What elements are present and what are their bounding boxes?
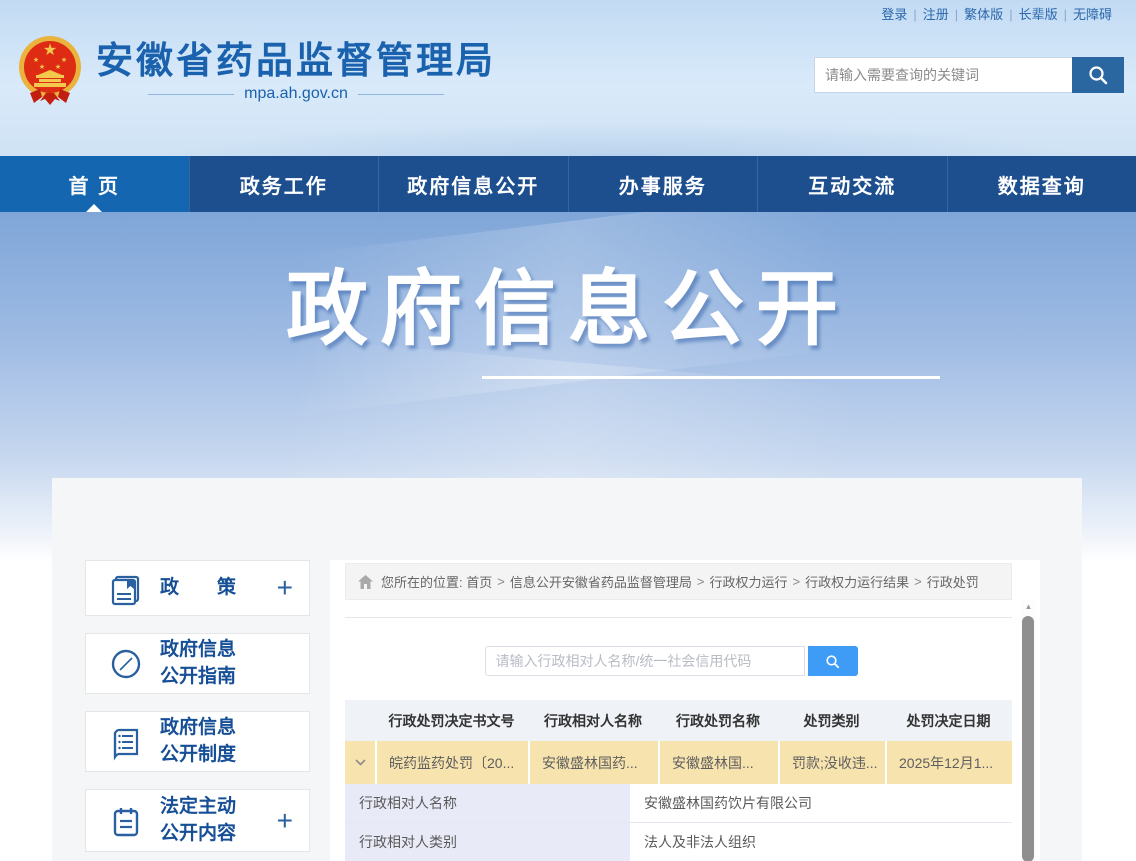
- detail-label: 行政相对人名称: [345, 784, 630, 822]
- detail-row-party-name: 行政相对人名称 安徽盛林国药饮片有限公司: [345, 784, 1012, 823]
- sidebar-item-label: 政 策: [160, 575, 236, 602]
- login-link[interactable]: 登录: [881, 7, 907, 22]
- nav-government-work[interactable]: 政务工作: [189, 156, 379, 212]
- nav-information-disclosure[interactable]: 政府信息公开: [378, 156, 568, 212]
- breadcrumb-home[interactable]: 首页: [466, 572, 492, 591]
- link-separator: |: [1064, 7, 1067, 22]
- search-icon: [825, 654, 840, 669]
- compass-icon: [106, 644, 146, 684]
- svg-text:★: ★: [39, 63, 45, 71]
- cell-decision-date: 2025年12月1...: [885, 741, 1012, 784]
- main-panel: 您所在的位置: 首页 > 信息公开安徽省药品监督管理局 > 行政权力运行 > 行…: [330, 560, 1040, 861]
- site-brand[interactable]: ★ ★ ★ ★ ★ 安徽省药品监督管理局 mpa.ah.gov.cn: [18, 33, 496, 111]
- sidebar-item-policy[interactable]: 政 策 +: [85, 560, 310, 616]
- table-search: [330, 646, 1012, 676]
- header-party-name: 行政相对人名称: [528, 700, 658, 741]
- header-penalty-type: 处罚类别: [778, 700, 885, 741]
- national-emblem-icon: ★ ★ ★ ★ ★: [18, 33, 82, 111]
- brand-text: 安徽省药品监督管理局 mpa.ah.gov.cn: [96, 41, 496, 104]
- nav-home[interactable]: 首 页: [0, 156, 189, 212]
- table-row[interactable]: 皖药监药处罚〔20... 安徽盛林国药... 安徽盛林国... 罚款;没收违..…: [345, 741, 1012, 784]
- breadcrumb-penalty[interactable]: 行政处罚: [927, 572, 979, 591]
- sidebar-item-label: 政府信息 公开指南: [160, 637, 236, 690]
- scrollbar-thumb[interactable]: [1022, 616, 1034, 861]
- detail-label: 行政相对人类别: [345, 823, 630, 861]
- sidebar-item-disclosure-guide[interactable]: 政府信息 公开指南: [85, 633, 310, 694]
- detail-row-party-type: 行政相对人类别 法人及非法人组织: [345, 823, 1012, 861]
- domain-rule-right: [358, 94, 444, 95]
- nav-interaction[interactable]: 互动交流: [757, 156, 947, 212]
- breadcrumb: 您所在的位置: 首页 > 信息公开安徽省药品监督管理局 > 行政权力运行 > 行…: [345, 563, 1012, 600]
- cell-party-name: 安徽盛林国药...: [528, 741, 658, 784]
- breadcrumb-separator: >: [497, 574, 505, 589]
- expand-plus-icon[interactable]: +: [277, 807, 293, 835]
- nav-data-query[interactable]: 数据查询: [947, 156, 1136, 212]
- detail-value: 安徽盛林国药饮片有限公司: [630, 784, 1012, 822]
- link-separator: |: [955, 7, 958, 22]
- svg-text:★: ★: [55, 63, 61, 71]
- sidebar-item-label: 法定主动 公开内容: [160, 794, 236, 847]
- breadcrumb-power-results[interactable]: 行政权力运行结果: [805, 572, 909, 591]
- scroll-up-arrow-icon[interactable]: ▲: [1021, 602, 1036, 611]
- detail-value: 法人及非法人组织: [630, 823, 1012, 861]
- content-scrollbar[interactable]: ▲: [1021, 600, 1036, 861]
- accessibility-link[interactable]: 无障碍: [1073, 7, 1112, 22]
- sidebar-item-statutory-disclosure[interactable]: 法定主动 公开内容 +: [85, 789, 310, 852]
- site-domain-text: mpa.ah.gov.cn: [244, 85, 348, 103]
- cell-penalty-type: 罚款;没收违...: [778, 741, 885, 784]
- cell-penalty-name: 安徽盛林国...: [658, 741, 778, 784]
- header-decision-number: 行政处罚决定书文号: [375, 700, 528, 741]
- sidebar-item-disclosure-rules[interactable]: 政府信息 公开制度: [85, 711, 310, 772]
- table-header-row: 行政处罚决定书文号 行政相对人名称 行政处罚名称 处罚类别 处罚决定日期: [345, 700, 1012, 741]
- banner-underline: [482, 376, 940, 379]
- traditional-version-link[interactable]: 繁体版: [964, 7, 1003, 22]
- breadcrumb-disclosure[interactable]: 信息公开安徽省药品监督管理局: [510, 572, 692, 591]
- site-search-button[interactable]: [1072, 57, 1124, 93]
- svg-text:★: ★: [33, 56, 39, 64]
- penalty-table: 行政处罚决定书文号 行政相对人名称 行政处罚名称 处罚类别 处罚决定日期 皖药监…: [345, 700, 1012, 861]
- domain-rule-left: [148, 94, 234, 95]
- site-title: 安徽省药品监督管理局: [96, 41, 496, 82]
- elder-version-link[interactable]: 长辈版: [1019, 7, 1058, 22]
- link-separator: |: [913, 7, 916, 22]
- cell-decision-number: 皖药监药处罚〔20...: [375, 741, 528, 784]
- breadcrumb-separator: >: [792, 574, 800, 589]
- sidebar: 政 策 + 政府信息 公开指南: [85, 560, 310, 861]
- header-expand-col: [345, 700, 375, 741]
- expand-cell[interactable]: [345, 741, 375, 784]
- header-decision-date: 处罚决定日期: [885, 700, 1012, 741]
- svg-text:★: ★: [43, 42, 57, 59]
- expand-plus-icon[interactable]: +: [277, 574, 293, 602]
- main-nav: 首 页 政务工作 政府信息公开 办事服务 互动交流 数据查询: [0, 156, 1136, 212]
- link-separator: |: [1009, 7, 1012, 22]
- panel-divider: [345, 617, 1012, 618]
- svg-text:★: ★: [61, 56, 67, 64]
- breadcrumb-separator: >: [914, 574, 922, 589]
- breadcrumb-separator: >: [697, 574, 705, 589]
- breadcrumb-power-operation[interactable]: 行政权力运行: [709, 572, 787, 591]
- banner-title: 政府信息公开: [0, 242, 1136, 361]
- site-search-input[interactable]: [814, 57, 1072, 93]
- table-search-button[interactable]: [808, 646, 858, 676]
- page: 登录 | 注册 | 繁体版 | 长辈版 | 无障碍 ★ ★ ★ ★ ★ 安徽省药品监督管理局: [0, 0, 1136, 861]
- sidebar-item-label: 政府信息 公开制度: [160, 715, 236, 768]
- utility-links: 登录 | 注册 | 繁体版 | 长辈版 | 无障碍: [881, 4, 1112, 23]
- rules-book-icon: [106, 722, 146, 762]
- nav-services[interactable]: 办事服务: [568, 156, 758, 212]
- search-icon: [1087, 64, 1109, 86]
- header-penalty-name: 行政处罚名称: [658, 700, 778, 741]
- breadcrumb-prefix: 您所在的位置:: [381, 572, 463, 591]
- table-search-input[interactable]: [485, 646, 805, 676]
- home-icon: [358, 575, 373, 589]
- site-domain: mpa.ah.gov.cn: [96, 85, 496, 103]
- register-link[interactable]: 注册: [923, 7, 949, 22]
- clipboard-icon: [106, 801, 146, 841]
- policy-book-icon: [106, 568, 146, 608]
- site-search: [814, 57, 1124, 93]
- chevron-down-icon: [355, 759, 366, 766]
- site-header: 登录 | 注册 | 繁体版 | 长辈版 | 无障碍 ★ ★ ★ ★ ★ 安徽省药品监督管理局: [0, 0, 1136, 156]
